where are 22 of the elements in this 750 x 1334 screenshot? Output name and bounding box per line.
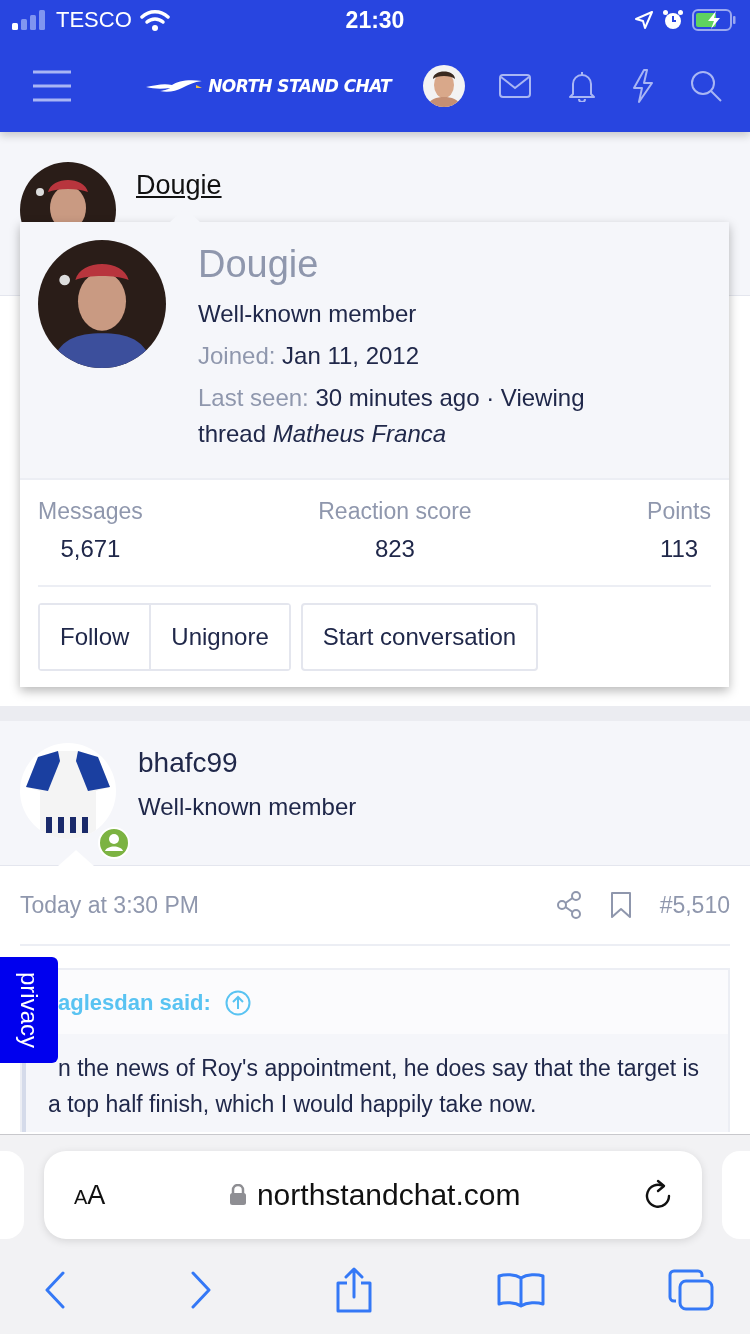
stat-label: Points <box>647 498 711 525</box>
privacy-tab[interactable]: privacy <box>0 957 58 1063</box>
joined-date: Jan 11, 2012 <box>282 342 420 369</box>
site-logo[interactable]: NORTH STAND CHAT <box>208 76 392 96</box>
user-title: Well-known member <box>138 793 357 821</box>
last-seen-text: Last seen: 30 minutes ago · Viewing thread Matheus Franca <box>198 383 586 449</box>
status-time: 21:30 <box>345 6 405 34</box>
text-size-button[interactable]: AA <box>74 1179 106 1211</box>
member-title: Well-known member <box>198 299 418 329</box>
joined-label: Joined: <box>198 342 276 369</box>
stat-label: Messages <box>38 498 143 525</box>
url-text[interactable]: northstandchat.com <box>256 1178 521 1212</box>
username[interactable]: bhafc99 <box>138 747 357 779</box>
stat-value[interactable]: 5,671 <box>60 535 121 563</box>
username-link[interactable]: Dougie <box>136 170 222 202</box>
stat-value[interactable]: 113 <box>659 535 699 563</box>
action-button[interactable]: Unignore <box>149 605 289 669</box>
stat-label: Reaction score <box>318 498 472 525</box>
action-button[interactable]: Start conversation <box>300 603 539 671</box>
stat-value[interactable]: 823 <box>374 535 415 563</box>
carrier-name: TESCO <box>56 7 132 33</box>
address-bar[interactable]: AA northstandchat.com <box>44 1151 702 1239</box>
